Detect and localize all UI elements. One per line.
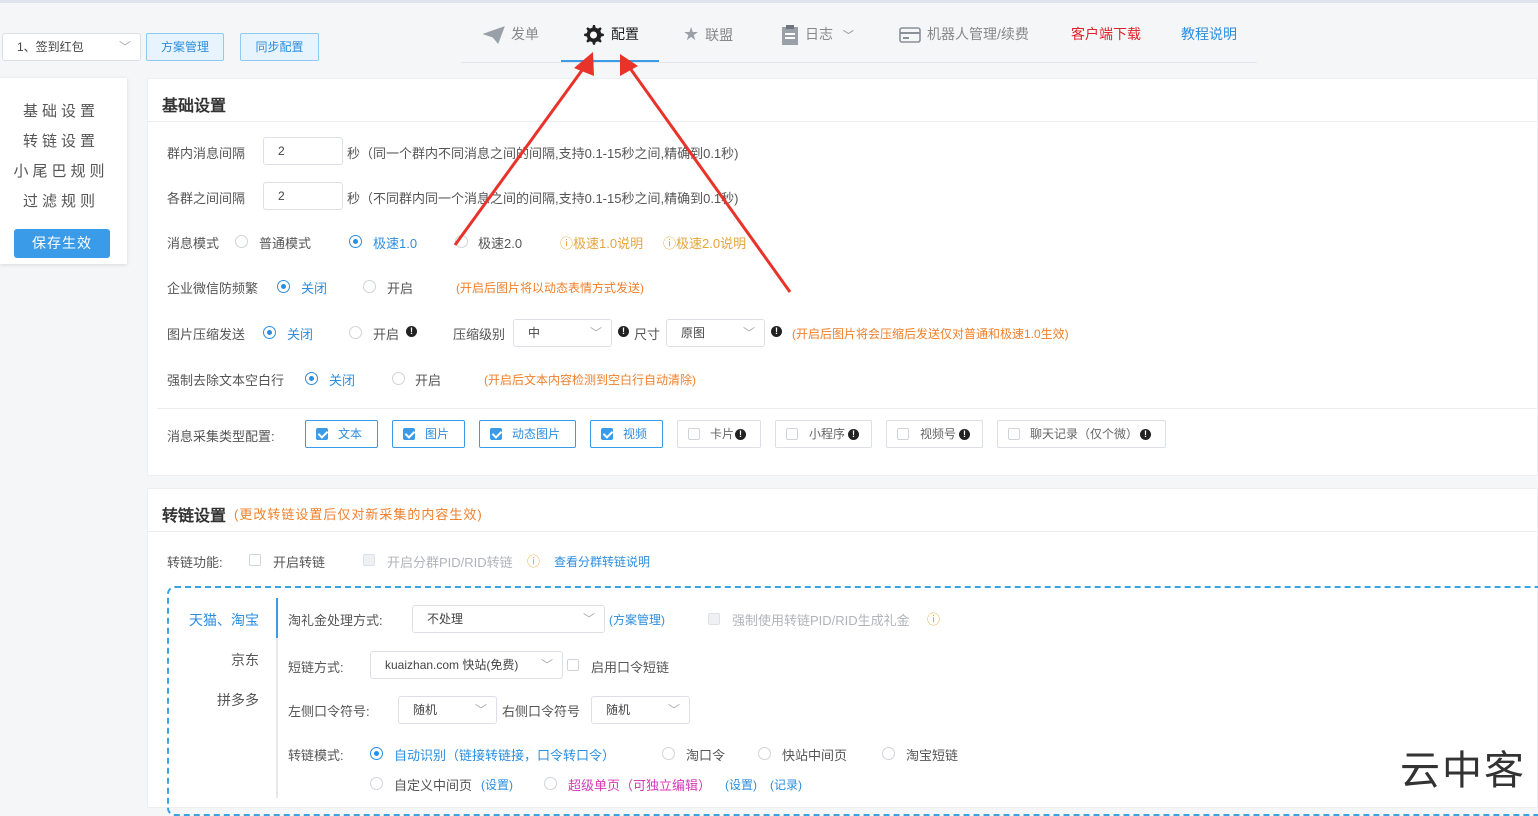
annotation-arrowhead-left	[574, 52, 594, 76]
watermark-logo: 云中客	[1400, 748, 1526, 794]
annotation-arrow-left	[453, 61, 590, 246]
annotation-arrows	[453, 52, 792, 293]
annotation-arrowhead-right	[620, 54, 638, 76]
annotation-arrow-right	[625, 63, 792, 293]
